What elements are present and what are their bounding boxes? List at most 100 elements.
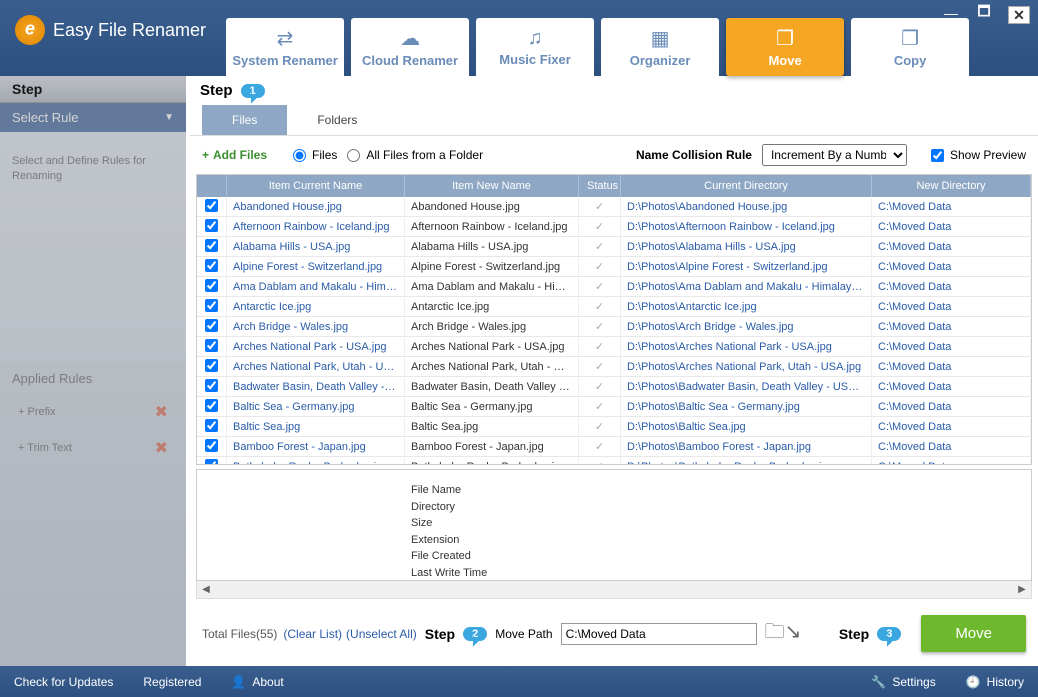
close-button[interactable]: ✕ <box>1008 6 1030 24</box>
remove-rule-icon[interactable]: ✖ <box>155 402 168 422</box>
show-preview-toggle[interactable]: Show Preview <box>931 148 1026 162</box>
table-row[interactable]: Arches National Park, Utah - USA.jpg Arc… <box>197 357 1031 377</box>
table-row[interactable]: Bamboo Forest - Japan.jpg Bamboo Forest … <box>197 437 1031 457</box>
cell-current-name: Afternoon Rainbow - Iceland.jpg <box>227 218 405 236</box>
scroll-right-icon[interactable]: ▶ <box>1013 584 1031 595</box>
table-body[interactable]: Abandoned House.jpg Abandoned House.jpg … <box>197 197 1031 464</box>
collision-rule-label: Name Collision Rule <box>636 148 752 162</box>
check-updates-link[interactable]: Check for Updates <box>14 675 113 689</box>
settings-link[interactable]: 🔧 Settings <box>871 675 935 689</box>
cell-new-dir: C:\Moved Data <box>872 438 1031 456</box>
unselect-all-link[interactable]: (Unselect All) <box>346 627 417 641</box>
col-new-name[interactable]: Item New Name <box>405 175 579 197</box>
step-2-badge: 2 <box>463 627 487 641</box>
registered-status: Registered <box>143 675 201 689</box>
col-status[interactable]: Status <box>579 175 621 197</box>
row-checkbox[interactable] <box>205 459 218 465</box>
cell-status: ✓ <box>579 277 621 296</box>
logo-area: Easy File Renamer <box>15 0 206 45</box>
main-tab-system-renamer[interactable]: ⇄System Renamer <box>226 18 344 76</box>
row-checkbox[interactable] <box>205 279 218 292</box>
table-row[interactable]: Arches National Park - USA.jpg Arches Na… <box>197 337 1031 357</box>
minimize-button[interactable]: — <box>942 6 960 20</box>
rule-item-prefix[interactable]: + Prefix ✖ <box>0 394 186 430</box>
clear-list-link[interactable]: (Clear List) <box>283 627 342 641</box>
cell-status: ✓ <box>579 457 621 464</box>
row-checkbox[interactable] <box>205 199 218 212</box>
move-path-input[interactable] <box>561 623 757 645</box>
browse-folder-icon[interactable]: 🗀↘ <box>765 617 802 651</box>
clock-icon: 🕘 <box>966 675 981 689</box>
row-checkbox[interactable] <box>205 439 218 452</box>
cell-current-dir: D:\Photos\Bamboo Forest - Japan.jpg <box>621 438 872 456</box>
rule-item-trim[interactable]: + Trim Text ✖ <box>0 430 186 466</box>
col-new-dir[interactable]: New Directory <box>872 175 1031 197</box>
tab-icon: ❐ <box>901 26 919 51</box>
table-row[interactable]: Baltic Sea - Germany.jpg Baltic Sea - Ge… <box>197 397 1031 417</box>
row-checkbox[interactable] <box>205 319 218 332</box>
tab-label: Cloud Renamer <box>362 53 458 68</box>
select-rule-dropdown[interactable]: Select Rule ▼ <box>0 103 186 132</box>
sidebar-step-header: Step <box>0 76 186 103</box>
col-checkbox[interactable] <box>197 175 227 197</box>
table-row[interactable]: Baltic Sea.jpg Baltic Sea.jpg ✓ D:\Photo… <box>197 417 1031 437</box>
maximize-button[interactable]: 🗖 <box>975 6 993 20</box>
row-checkbox[interactable] <box>205 259 218 272</box>
cell-status: ✓ <box>579 217 621 236</box>
row-checkbox[interactable] <box>205 339 218 352</box>
cell-status: ✓ <box>579 437 621 456</box>
main-tab-copy[interactable]: ❐Copy <box>851 18 969 76</box>
about-link[interactable]: 👤 About <box>231 675 283 689</box>
move-button[interactable]: Move <box>921 615 1026 652</box>
remove-rule-icon[interactable]: ✖ <box>155 438 168 458</box>
cell-current-dir: D:\Photos\Badwater Basin, Death Valley -… <box>621 378 872 396</box>
row-checkbox[interactable] <box>205 219 218 232</box>
cell-current-name: Baltic Sea.jpg <box>227 418 405 436</box>
row-checkbox-cell <box>197 276 227 298</box>
collision-rule-select[interactable]: Increment By a Number <box>762 144 907 166</box>
table-row[interactable]: Alpine Forest - Switzerland.jpg Alpine F… <box>197 257 1031 277</box>
cell-current-dir: D:\Photos\Antarctic Ice.jpg <box>621 298 872 316</box>
cell-current-dir: D:\Photos\Abandoned House.jpg <box>621 198 872 216</box>
table-row[interactable]: Alabama Hills - USA.jpg Alabama Hills - … <box>197 237 1031 257</box>
row-checkbox[interactable] <box>205 359 218 372</box>
table-row[interactable]: Antarctic Ice.jpg Antarctic Ice.jpg ✓ D:… <box>197 297 1031 317</box>
main-tab-move[interactable]: ❐Move <box>726 18 844 76</box>
show-preview-checkbox[interactable] <box>931 149 944 162</box>
detail-field: File Created <box>211 548 1017 565</box>
row-checkbox[interactable] <box>205 239 218 252</box>
table-row[interactable]: Ama Dablam and Makalu - Himal... Ama Dab… <box>197 277 1031 297</box>
main-tab-cloud-renamer[interactable]: ☁Cloud Renamer <box>351 18 469 76</box>
tab-files[interactable]: Files <box>202 105 287 135</box>
cell-status: ✓ <box>579 417 621 436</box>
table-row[interactable]: Badwater Basin, Death Valley - US... Bad… <box>197 377 1031 397</box>
col-current-name[interactable]: Item Current Name <box>227 175 405 197</box>
row-checkbox[interactable] <box>205 419 218 432</box>
cell-current-name: Ama Dablam and Makalu - Himal... <box>227 278 405 296</box>
tab-folders[interactable]: Folders <box>287 105 387 135</box>
row-checkbox[interactable] <box>205 299 218 312</box>
radio-all-files-folder[interactable] <box>347 149 360 162</box>
main-tab-organizer[interactable]: ▦Organizer <box>601 18 719 76</box>
row-checkbox-cell <box>197 416 227 438</box>
scroll-left-icon[interactable]: ◀ <box>197 584 215 595</box>
col-current-dir[interactable]: Current Directory <box>621 175 872 197</box>
file-detail-panel: File NameDirectorySizeExtensionFile Crea… <box>196 469 1032 581</box>
table-row[interactable]: Afternoon Rainbow - Iceland.jpg Afternoo… <box>197 217 1031 237</box>
footer-bar: Check for Updates Registered 👤 About 🔧 S… <box>0 666 1038 697</box>
row-checkbox[interactable] <box>205 399 218 412</box>
table-row[interactable]: Bathsheba Rock - Barbados.jpg Bathsheba … <box>197 457 1031 464</box>
radio-files[interactable] <box>293 149 306 162</box>
table-row[interactable]: Arch Bridge - Wales.jpg Arch Bridge - Wa… <box>197 317 1031 337</box>
history-link[interactable]: 🕘 History <box>966 675 1024 689</box>
horizontal-scrollbar[interactable]: ◀ ▶ <box>196 581 1032 599</box>
table-row[interactable]: Abandoned House.jpg Abandoned House.jpg … <box>197 197 1031 217</box>
total-files-label: Total Files(55) <box>202 627 277 641</box>
add-files-button[interactable]: + Add Files <box>202 148 267 162</box>
main-tab-music-fixer[interactable]: ♫Music Fixer <box>476 18 594 76</box>
cell-new-dir: C:\Moved Data <box>872 398 1031 416</box>
header-bar: Easy File Renamer ⇄System Renamer☁Cloud … <box>0 0 1038 76</box>
sub-tabs: Files Folders <box>190 105 1038 136</box>
row-checkbox[interactable] <box>205 379 218 392</box>
show-preview-label: Show Preview <box>950 148 1026 162</box>
